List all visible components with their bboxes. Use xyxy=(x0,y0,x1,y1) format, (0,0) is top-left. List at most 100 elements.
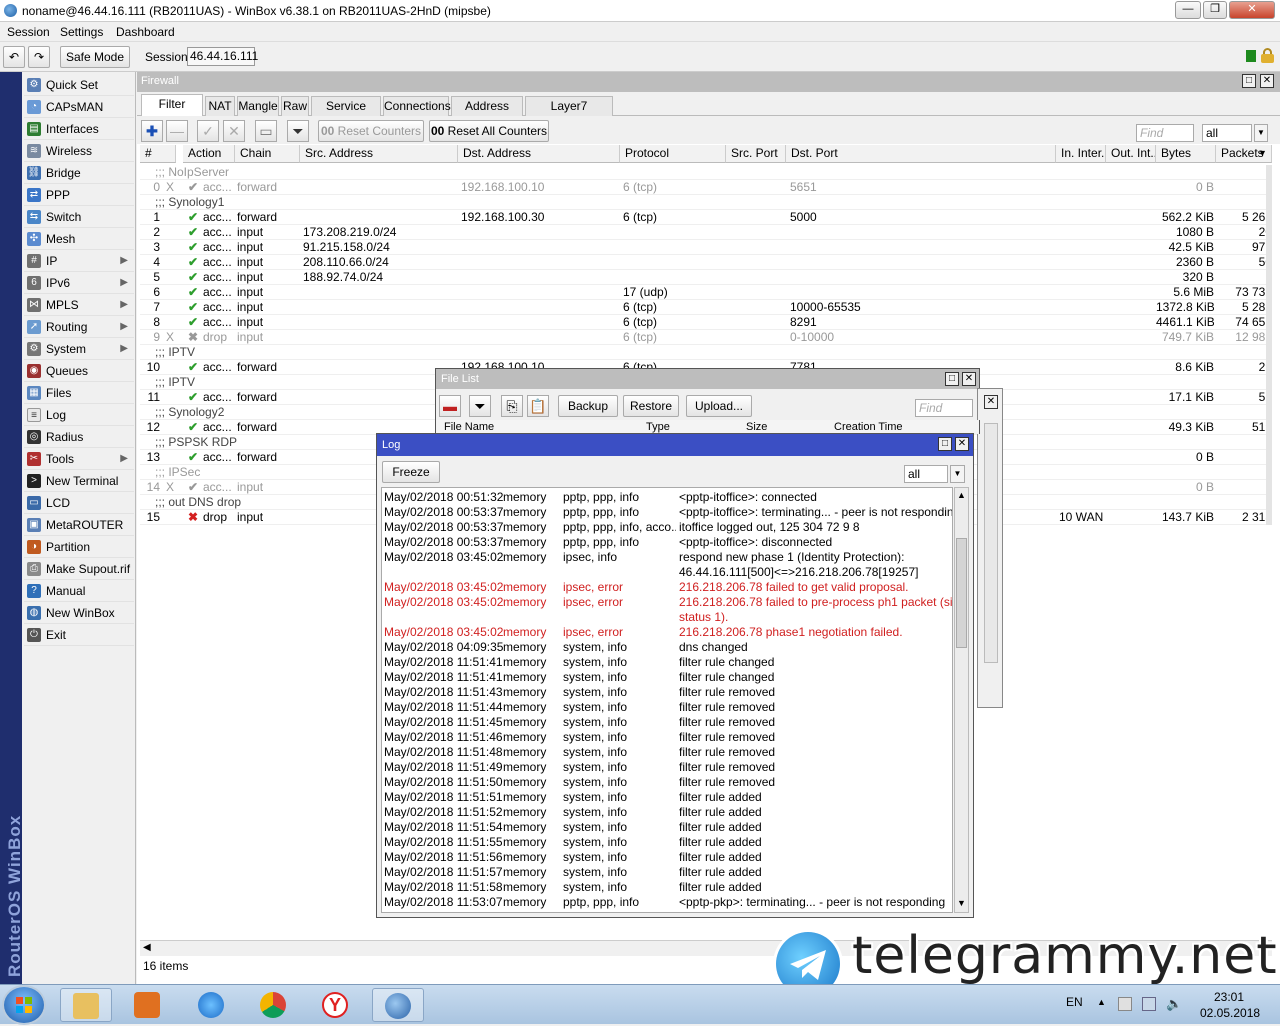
restore-button[interactable]: ❐ xyxy=(1203,1,1227,19)
tab-raw[interactable]: Raw xyxy=(281,96,309,116)
copy-button[interactable]: ⎘ xyxy=(501,395,523,417)
sidebar-item-bridge[interactable]: ⛓ Bridge xyxy=(24,162,134,184)
tab-connections[interactable]: Connections xyxy=(383,96,451,116)
action-center-icon[interactable] xyxy=(1118,997,1132,1011)
log-entry[interactable]: May/02/2018 11:51:41 memory system, info fi… xyxy=(382,655,952,670)
file-list-maximize-button[interactable]: □ xyxy=(945,372,959,386)
table-row[interactable]: 3 ✔ acc... input 91.215.158.0/24 42.5 KiB 971 xyxy=(140,240,1272,255)
log-entry[interactable]: May/02/2018 03:45:02 memory ipsec, error 21… xyxy=(382,625,952,640)
sidebar-item-queues[interactable]: ◉ Queues xyxy=(24,360,134,382)
col-protocol[interactable]: Protocol xyxy=(620,145,726,163)
table-row[interactable]: 6 ✔ acc... input 17 (udp) 5.6 MiB 73 732 xyxy=(140,285,1272,300)
table-row[interactable]: 7 ✔ acc... input 6 (tcp) 10000-65535 1372.8 Ki… xyxy=(140,300,1272,315)
freeze-button[interactable]: Freeze xyxy=(382,461,440,483)
log-entry[interactable]: May/02/2018 00:53:37 memory pptp, ppp, inf… xyxy=(382,535,952,550)
firewall-maximize-button[interactable]: □ xyxy=(1242,74,1256,88)
log-entry[interactable]: May/02/2018 11:51:52 memory system, info fi… xyxy=(382,805,952,820)
filter-button[interactable]: ⏷ xyxy=(287,120,309,142)
col-size[interactable]: Size xyxy=(746,421,767,433)
sidebar-item-system[interactable]: ⚙ System ▶ xyxy=(24,338,134,360)
vertical-scrollbar[interactable] xyxy=(1266,165,1272,525)
scroll-left-icon[interactable]: ◀ xyxy=(143,942,151,953)
tab-address-lists[interactable]: Address Lists xyxy=(451,96,523,131)
sidebar-item-quick-set[interactable]: ⚙ Quick Set xyxy=(24,74,134,96)
scroll-down-icon[interactable]: ▼ xyxy=(957,898,966,908)
log-entry[interactable]: May/02/2018 11:51:46 memory system, info fi… xyxy=(382,730,952,745)
paste-button[interactable]: 📋 xyxy=(527,395,549,417)
backup-button[interactable]: Backup xyxy=(558,395,618,417)
log-maximize-button[interactable]: □ xyxy=(938,437,952,451)
col-src-port[interactable]: Src. Port xyxy=(726,145,786,163)
file-list-secondary-close-button[interactable]: ✕ xyxy=(984,395,998,409)
sidebar-item-ipv6[interactable]: 6 IPv6 ▶ xyxy=(24,272,134,294)
sidebar-item-interfaces[interactable]: ▤ Interfaces xyxy=(24,118,134,140)
table-row[interactable]: 8 ✔ acc... input 6 (tcp) 8291 4461.1 KiB 74 651 xyxy=(140,315,1272,330)
sidebar-item-switch[interactable]: ⇆ Switch xyxy=(24,206,134,228)
sidebar-item-ip[interactable]: # IP ▶ xyxy=(24,250,134,272)
session-field[interactable]: 46.44.16.111 xyxy=(187,47,258,66)
restore-button-file[interactable]: Restore xyxy=(623,395,679,417)
file-list-close-button[interactable]: ✕ xyxy=(962,372,976,386)
table-row[interactable]: 4 ✔ acc... input 208.110.66.0/24 2360 B 50 xyxy=(140,255,1272,270)
sort-dropdown-icon[interactable]: ▼ xyxy=(1258,148,1267,158)
menu-dashboard[interactable]: Dashboard xyxy=(116,25,175,39)
sidebar-item-metarouter[interactable]: ▣ MetaROUTER xyxy=(24,514,134,536)
sidebar-item-lcd[interactable]: ▭ LCD xyxy=(24,492,134,514)
log-entry[interactable]: May/02/2018 11:51:41 memory system, info fi… xyxy=(382,670,952,685)
col-type[interactable]: Type xyxy=(646,421,670,433)
sidebar-item-new-winbox[interactable]: ◍ New WinBox xyxy=(24,602,134,624)
menu-settings[interactable]: Settings xyxy=(60,25,103,39)
log-entry[interactable]: May/02/2018 11:51:50 memory system, info fi… xyxy=(382,775,952,790)
col-src-address[interactable]: Src. Address xyxy=(300,145,458,163)
sidebar-item-wireless[interactable]: ≋ Wireless xyxy=(24,140,134,162)
tab-mangle[interactable]: Mangle xyxy=(237,96,279,116)
sidebar-item-partition[interactable]: ◑ Partition xyxy=(24,536,134,558)
sidebar-item-exit[interactable]: ⏻ Exit xyxy=(24,624,134,646)
sidebar-item-capsman[interactable]: ◔ CAPsMAN xyxy=(24,96,134,118)
reset-counters-button[interactable]: 00 Reset Counters xyxy=(318,120,424,142)
log-close-button[interactable]: ✕ xyxy=(955,437,969,451)
filter-dropdown-icon[interactable]: ▼ xyxy=(1254,124,1268,142)
table-row[interactable]: 1 ✔ acc... forward 192.168.100.30 6 (tcp) 5000… xyxy=(140,210,1272,225)
filter-select[interactable]: all xyxy=(1202,124,1252,142)
comment-button[interactable]: ▭ xyxy=(255,120,277,142)
clock-date[interactable]: 02.05.2018 xyxy=(1200,1006,1260,1020)
firewall-close-button[interactable]: ✕ xyxy=(1260,74,1274,88)
taskbar-yandex[interactable]: Y xyxy=(310,988,362,1022)
taskbar-media-player[interactable] xyxy=(122,988,174,1022)
network-icon[interactable] xyxy=(1142,997,1156,1011)
taskbar-winbox[interactable] xyxy=(372,988,424,1022)
taskbar-chrome[interactable] xyxy=(248,988,300,1022)
file-list-vscroll[interactable] xyxy=(984,423,998,663)
log-entry[interactable]: May/02/2018 11:51:49 memory system, info fi… xyxy=(382,760,952,775)
clock-time[interactable]: 23:01 xyxy=(1214,990,1244,1004)
log-entry[interactable]: May/02/2018 11:51:58 memory system, info fi… xyxy=(382,880,952,895)
log-entry[interactable]: May/02/2018 03:45:02 memory ipsec, error 21… xyxy=(382,595,952,610)
log-entry[interactable]: May/02/2018 11:51:48 memory system, info fi… xyxy=(382,745,952,760)
reset-all-counters-button[interactable]: 00 Reset All Counters xyxy=(429,120,549,142)
log-vscroll[interactable]: ▲ ▼ xyxy=(954,487,969,913)
remove-button[interactable]: — xyxy=(166,120,188,142)
tray-expand-icon[interactable]: ▲ xyxy=(1097,997,1106,1007)
file-filter-button[interactable]: ⏷ xyxy=(469,395,491,417)
col-dst-port[interactable]: Dst. Port xyxy=(786,145,1056,163)
close-window-button[interactable]: ✕ xyxy=(1229,1,1275,19)
log-entry[interactable]: May/02/2018 00:53:37 memory pptp, ppp, inf… xyxy=(382,505,952,520)
enable-button[interactable]: ✓ xyxy=(197,120,219,142)
sidebar-item-routing[interactable]: ➚ Routing ▶ xyxy=(24,316,134,338)
sidebar-item-mpls[interactable]: ⋈ MPLS ▶ xyxy=(24,294,134,316)
log-entry[interactable]: May/02/2018 11:51:55 memory system, info fi… xyxy=(382,835,952,850)
col-action[interactable]: Action xyxy=(183,145,235,163)
col-in-inter[interactable]: In. Inter... xyxy=(1056,145,1106,163)
volume-icon[interactable]: 🔈 xyxy=(1166,997,1182,1011)
col-out-int[interactable]: Out. Int... xyxy=(1106,145,1156,163)
add-button[interactable]: ✚ xyxy=(141,120,163,142)
undo-button[interactable]: ↶ xyxy=(3,46,25,68)
col-dst-address[interactable]: Dst. Address xyxy=(458,145,620,163)
taskbar-explorer[interactable] xyxy=(60,988,112,1022)
log-scroll-thumb[interactable] xyxy=(956,538,967,648)
sidebar-item-tools[interactable]: ✂ Tools ▶ xyxy=(24,448,134,470)
log-entry[interactable]: May/02/2018 11:51:56 memory system, info fi… xyxy=(382,850,952,865)
disable-button[interactable]: ✕ xyxy=(223,120,245,142)
col-file-name[interactable]: File Name xyxy=(444,421,494,433)
